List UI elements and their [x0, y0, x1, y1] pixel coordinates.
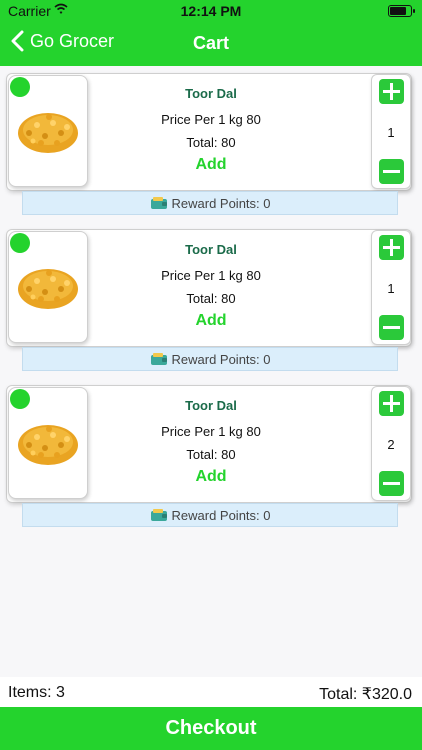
cart-summary-bar: Items: 3 Total: ₹320.0 — [0, 677, 422, 707]
wallet-icon — [150, 353, 167, 365]
page-title: Cart — [192, 33, 229, 53]
product-total: Total: 80 — [186, 135, 236, 150]
app-header: Carrier 12:14 PM Go Grocer Cart — [0, 0, 422, 66]
reward-points: Reward Points: 0 — [22, 503, 398, 527]
quantity-stepper: 1 — [371, 230, 411, 345]
cart-item-card: Toor Dal Price Per 1 kg 80 Total: 80 Add… — [6, 229, 412, 347]
minus-icon — [383, 326, 400, 329]
product-price: Price Per 1 kg 80 — [161, 268, 261, 283]
items-count: Items: 3 — [8, 684, 65, 701]
minus-icon — [383, 482, 400, 485]
cart-total: Total: ₹320.0 — [319, 686, 412, 703]
add-button[interactable]: Add — [91, 468, 331, 486]
product-price: Price Per 1 kg 80 — [161, 112, 261, 127]
remove-item-button[interactable] — [10, 389, 30, 426]
product-image — [8, 387, 88, 499]
decrease-quantity-button[interactable] — [379, 315, 404, 340]
reward-points-label: Reward Points: 0 — [171, 195, 271, 211]
product-total: Total: 80 — [186, 291, 236, 306]
quantity-value: 1 — [387, 125, 395, 140]
product-image — [8, 231, 88, 343]
product-name: Toor Dal — [185, 242, 237, 257]
product-total: Total: 80 — [186, 447, 236, 462]
close-icon — [16, 104, 26, 114]
increase-quantity-button[interactable] — [379, 391, 404, 416]
reward-points-label: Reward Points: 0 — [171, 507, 271, 523]
checkout-button[interactable]: Checkout — [0, 707, 422, 750]
quantity-stepper: 2 — [371, 386, 411, 501]
plus-icon-bar — [390, 83, 393, 100]
increase-quantity-button[interactable] — [379, 79, 404, 104]
checkout-label: Checkout — [165, 717, 257, 739]
minus-icon — [383, 170, 400, 173]
product-name: Toor Dal — [185, 86, 237, 101]
cart-item-card: Toor Dal Price Per 1 kg 80 Total: 80 Add… — [6, 385, 412, 503]
plus-icon-bar — [390, 395, 393, 412]
remove-item-button[interactable] — [10, 77, 30, 114]
close-icon — [16, 416, 26, 426]
status-time: 12:14 PM — [180, 3, 242, 19]
cart-item: Toor Dal Price Per 1 kg 80 Total: 80 Add… — [6, 385, 412, 527]
reward-points: Reward Points: 0 — [22, 347, 398, 371]
decrease-quantity-button[interactable] — [379, 471, 404, 496]
remove-item-button[interactable] — [10, 233, 30, 270]
cart-item: Toor Dal Price Per 1 kg 80 Total: 80 Add… — [6, 229, 412, 371]
cart-item: Toor Dal Price Per 1 kg 80 Total: 80 Add… — [6, 73, 412, 215]
reward-points-label: Reward Points: 0 — [171, 351, 271, 367]
quantity-value: 2 — [387, 437, 395, 452]
battery-level — [390, 7, 407, 15]
add-button[interactable]: Add — [91, 312, 331, 330]
navigation-bar: Go Grocer Cart — [0, 22, 422, 66]
reward-points: Reward Points: 0 — [22, 191, 398, 215]
increase-quantity-button[interactable] — [379, 235, 404, 260]
wallet-icon — [150, 509, 167, 521]
close-icon — [16, 260, 26, 270]
quantity-stepper: 1 — [371, 74, 411, 189]
product-name: Toor Dal — [185, 398, 237, 413]
product-image — [8, 75, 88, 187]
battery-icon — [388, 5, 415, 17]
product-price: Price Per 1 kg 80 — [161, 424, 261, 439]
decrease-quantity-button[interactable] — [379, 159, 404, 184]
quantity-value: 1 — [387, 281, 395, 296]
plus-icon-bar — [390, 239, 393, 256]
wallet-icon — [150, 197, 167, 209]
add-button[interactable]: Add — [91, 156, 331, 174]
status-bar: Carrier 12:14 PM — [0, 0, 422, 22]
cart-item-card: Toor Dal Price Per 1 kg 80 Total: 80 Add… — [6, 73, 412, 191]
